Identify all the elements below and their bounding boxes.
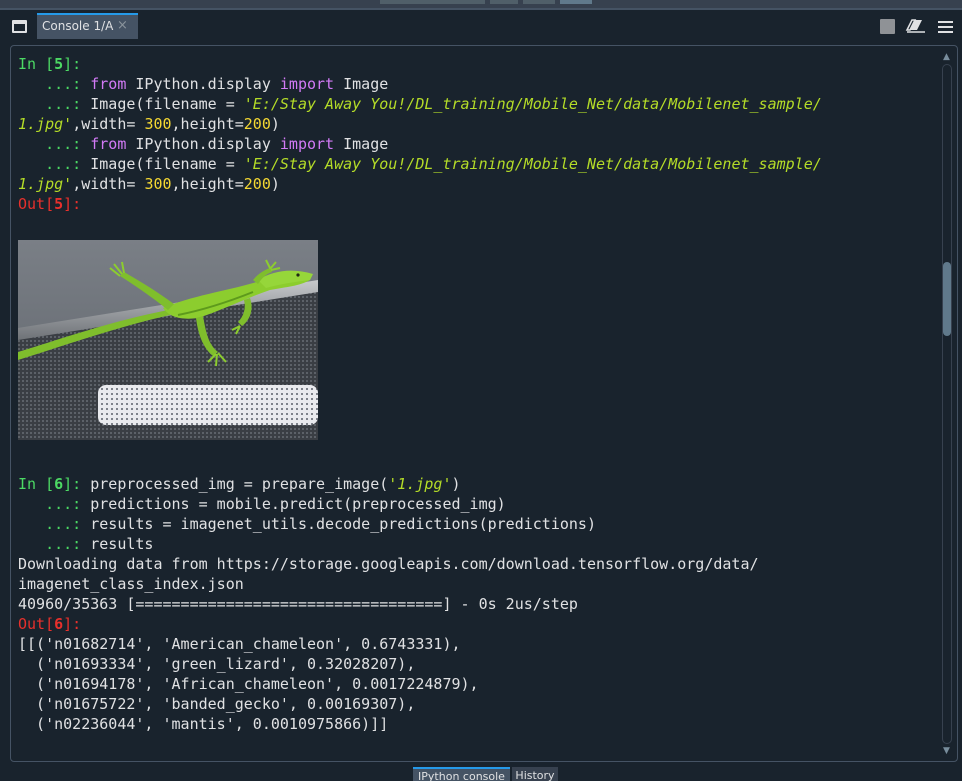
toolbar-button[interactable] xyxy=(523,0,555,4)
input-line: ...: results xyxy=(18,535,154,553)
tab-console-1a[interactable]: Console 1/A × xyxy=(37,13,138,39)
eraser-icon[interactable] xyxy=(905,16,927,36)
output-prompt: Out[6]: xyxy=(18,615,82,633)
vertical-scrollbar[interactable]: ▲ ▼ xyxy=(941,52,953,756)
tab-ipython-console[interactable]: IPython console xyxy=(413,767,510,781)
input-line: ...: Image(filename = 'E:/Stay Away You!… xyxy=(18,95,822,113)
hamburger-menu-icon[interactable] xyxy=(938,21,953,33)
input-line: ...: predictions = mobile.predict(prepro… xyxy=(18,495,506,513)
scroll-thumb[interactable] xyxy=(943,262,951,336)
progress-line: 40960/35363 [===========================… xyxy=(18,595,578,613)
input-line: ...: from IPython.display import Image xyxy=(18,135,389,153)
browse-tabs-icon[interactable] xyxy=(12,20,27,33)
scroll-down-icon[interactable]: ▼ xyxy=(943,746,950,756)
console-tab-bar: Console 1/A × xyxy=(0,10,962,44)
output-prompt: Out[5]: xyxy=(18,195,82,213)
result-line: ('n01694178', 'African_chameleon', 0.001… xyxy=(18,675,479,693)
toolbar-button[interactable] xyxy=(380,0,485,4)
tab-label: Console 1/A xyxy=(42,19,114,33)
input-line: In [6]: preprocessed_img = prepare_image… xyxy=(18,475,461,493)
scroll-track[interactable] xyxy=(942,64,952,744)
input-line: ...: results = imagenet_utils.decode_pre… xyxy=(18,515,596,533)
input-line: 1.jpg',width= 300,height=200) xyxy=(18,175,280,193)
menubar-strip xyxy=(0,0,962,8)
toolbar-button[interactable] xyxy=(560,0,592,4)
lizard-image-output xyxy=(18,240,318,440)
stop-icon[interactable] xyxy=(880,19,895,34)
input-line: In [5]: xyxy=(18,55,82,73)
close-icon[interactable]: × xyxy=(117,15,128,37)
tab-history[interactable]: History xyxy=(512,767,558,781)
stdout-line: imagenet_class_index.json xyxy=(18,575,244,593)
input-line: ...: from IPython.display import Image xyxy=(18,75,389,93)
result-line: ('n01675722', 'banded_gecko', 0.00169307… xyxy=(18,695,416,713)
toolbar-button[interactable] xyxy=(490,0,518,4)
result-line: ('n02236044', 'mantis', 0.0010975866)]] xyxy=(18,715,389,733)
ipython-console[interactable]: In [5]: ...: from IPython.display import… xyxy=(10,45,958,762)
input-line: ...: Image(filename = 'E:/Stay Away You!… xyxy=(18,155,822,173)
bottom-tab-bar: IPython console History xyxy=(0,762,962,781)
input-line: 1.jpg',width= 300,height=200) xyxy=(18,115,280,133)
scroll-up-icon[interactable]: ▲ xyxy=(943,52,950,62)
result-line: ('n01693334', 'green_lizard', 0.32028207… xyxy=(18,655,416,673)
stdout-line: Downloading data from https://storage.go… xyxy=(18,555,759,573)
result-line: [[('n01682714', 'American_chameleon', 0.… xyxy=(18,635,461,653)
